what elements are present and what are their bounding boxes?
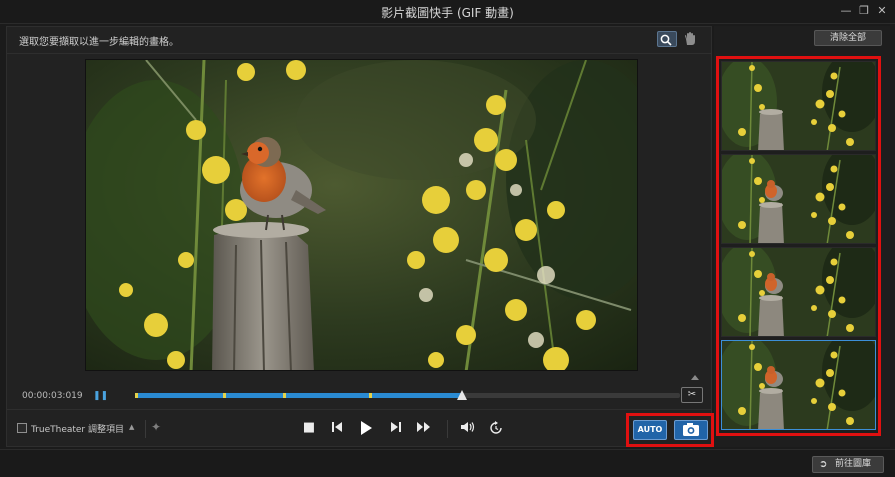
window-title: 影片截圖快手 (GIF 動畫)	[381, 6, 514, 20]
go-to-gallery-button[interactable]: ➲ 前往圖庫	[812, 456, 884, 473]
zoom-icon	[660, 34, 672, 46]
divider	[145, 420, 146, 438]
expand-arrow-icon[interactable]	[691, 375, 699, 380]
editor-panel: 選取您要擷取以進一步編輯的畫格。 00:00:03:019 ❚❚ ✂ TrueT…	[6, 26, 714, 447]
title-bar: 影片截圖快手 (GIF 動畫) — ❐ ✕	[0, 0, 895, 24]
playhead-handle[interactable]	[457, 390, 467, 400]
hand-icon	[685, 32, 695, 45]
stop-icon: ■	[302, 420, 316, 435]
timeline-progress	[135, 393, 462, 398]
timeline-marker	[135, 393, 138, 398]
export-icon: ➲	[819, 459, 828, 470]
truetheater-dropdown-icon[interactable]: ▲	[129, 423, 134, 431]
cut-button[interactable]: ✂	[681, 387, 703, 403]
previous-frame-icon	[332, 422, 342, 432]
volume-icon	[461, 422, 475, 432]
frame-thumbnail-image	[722, 62, 875, 150]
zoom-button[interactable]	[657, 31, 677, 47]
restore-icon[interactable]: ❐	[856, 3, 872, 19]
hand-button[interactable]	[681, 31, 701, 47]
loop-icon	[490, 421, 502, 434]
play-button[interactable]	[357, 420, 375, 441]
instruction-text: 選取您要擷取以進一步編輯的畫格。	[19, 37, 179, 48]
captured-frames-panel: 清除全部	[714, 26, 890, 447]
volume-button[interactable]	[459, 420, 477, 439]
timeline-marker	[369, 393, 372, 398]
truetheater-checkbox[interactable]	[17, 423, 27, 433]
frame-thumbnail[interactable]	[721, 154, 876, 244]
go-to-gallery-label: 前往圖庫	[835, 459, 872, 469]
fast-forward-button[interactable]	[415, 420, 433, 439]
frame-thumbnail[interactable]	[721, 61, 876, 151]
clear-all-button[interactable]: 清除全部	[814, 30, 882, 46]
frame-thumbnail-image	[722, 155, 875, 243]
timeline-marker	[223, 393, 226, 398]
header-divider	[7, 53, 711, 54]
magic-wand-icon[interactable]: ✦	[151, 420, 161, 434]
thumbnail-list	[716, 56, 881, 436]
close-icon[interactable]: ✕	[874, 3, 890, 19]
frame-thumbnail[interactable]	[721, 247, 876, 337]
divider	[447, 420, 448, 438]
video-frame-image	[86, 60, 637, 370]
loop-button[interactable]	[487, 420, 505, 441]
pause-indicator-icon[interactable]: ❚❚	[93, 391, 108, 401]
frame-thumbnail-image	[722, 248, 875, 336]
next-frame-button[interactable]	[387, 420, 405, 439]
previous-frame-button[interactable]	[328, 420, 346, 439]
video-preview[interactable]	[85, 59, 638, 371]
play-icon	[361, 421, 372, 435]
scissors-icon: ✂	[687, 389, 697, 400]
timeline-marker	[283, 393, 286, 398]
capture-buttons-highlight	[626, 413, 714, 447]
next-frame-icon	[391, 422, 401, 432]
frame-thumbnail-image	[722, 341, 875, 429]
timecode-display: 00:00:03:019	[22, 391, 83, 401]
truetheater-label: TrueTheater 調整項目	[31, 425, 124, 435]
frame-thumbnail[interactable]	[721, 340, 876, 430]
fast-forward-icon	[417, 422, 430, 432]
minimize-icon[interactable]: —	[838, 3, 854, 19]
timeline-track[interactable]	[135, 390, 680, 400]
playback-control-bar: TrueTheater 調整項目 ▲ ✦ ■ AUTO	[7, 409, 714, 447]
stop-button[interactable]: ■	[300, 420, 318, 436]
footer-bar: ➲ 前往圖庫	[0, 449, 895, 477]
